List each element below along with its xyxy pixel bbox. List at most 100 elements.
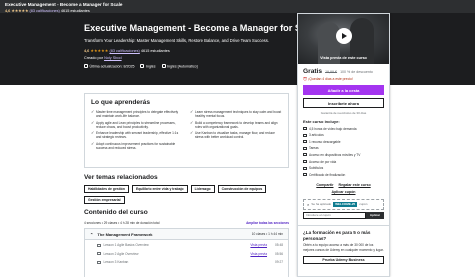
learn-list: ✓ Master time management principles to de… [91, 110, 282, 150]
course-hero: Executive Management - Become a Manager … [0, 13, 475, 85]
includes-item: Tareas [303, 146, 384, 150]
coupon-form: Introduce el cupón Aplicar [303, 211, 384, 219]
assignment-icon [303, 146, 307, 150]
includes-item: Acceso en dispositivos móviles y TV [303, 153, 384, 157]
curriculum: ⌃ The Management Framework 10 clases • 1… [84, 228, 289, 277]
coupon-suffix: cupón [359, 202, 368, 207]
includes-text: Certificado de finalización [309, 172, 346, 177]
udemy-business-button[interactable]: Prueba Udemy Business [303, 255, 384, 264]
topic-chip[interactable]: Equilibrio entre vida y trabajo [131, 185, 188, 193]
author-link[interactable]: Noly Sbod [104, 56, 122, 60]
play-icon[interactable] [336, 28, 352, 44]
learn-item: ✓ Enhance leadership with servant leaders… [91, 131, 183, 139]
share-gift-row: Compartir Regalar este curso [303, 183, 384, 187]
closed-captions-icon [303, 166, 307, 170]
topic-chip[interactable]: Liderazgo [190, 185, 215, 193]
lecture-row[interactable]: Lesson 2 Agile Overview Vista previa 05:… [85, 251, 288, 258]
enroll-button[interactable]: Inscríbete ahora [303, 98, 384, 108]
share-link[interactable]: Compartir [316, 183, 333, 187]
learn-item-text: Build a competency framework to develop … [195, 120, 278, 129]
includes-heading: Este curso incluye: [303, 119, 340, 124]
sticky-ratings-link[interactable]: (83 calificaciones) [29, 9, 59, 13]
includes-text: 4,5 horas de vídeo bajo demanda [309, 126, 357, 131]
coupon-apply-button[interactable]: Aplicar [366, 211, 384, 219]
lecture-duration: 05:56 [275, 251, 283, 256]
gift-link[interactable]: Regalar este curso [339, 183, 371, 187]
learn-item: ✓ Master time management principles to de… [91, 110, 183, 118]
lecture-title: Lesson 1 Agile Basics Overview [103, 243, 149, 248]
includes-item: 3 artículos [303, 133, 384, 137]
section-info: 10 clases • 1 h 44 min [251, 232, 283, 236]
infinity-icon [303, 160, 307, 164]
captions-text: Inglés [Automático] [167, 64, 198, 69]
learn-item-text: Adopt continuous improvement practices f… [96, 142, 176, 151]
video-icon [303, 127, 307, 131]
globe-icon [140, 64, 145, 68]
trophy-icon [303, 173, 307, 177]
content-summary: 4 secciones • 29 clases • 4 h 28 min de … [84, 221, 160, 225]
topic-chip[interactable]: Gestión empresarial [84, 196, 125, 204]
sticky-rating-value: 4,6 [5, 8, 11, 13]
expand-all-button[interactable]: Ampliar todas las secciones [246, 221, 289, 225]
learn-item: ✓ Adopt continuous improvement practices … [91, 142, 183, 150]
topic-chips: Habilidades de gestión Equilibrio entre … [84, 185, 289, 204]
preview-link[interactable]: Vista previa [250, 243, 267, 247]
includes-item: Acceso de por vida [303, 160, 384, 164]
apply-coupon-link[interactable]: Aplicar cupón [303, 190, 384, 194]
learn-item: ✓ Use Kanban to visualize tasks, manage f… [190, 131, 282, 139]
sticky-rating-row: 4,6 ★★★★★ (83 calificaciones) 4615 estud… [5, 8, 470, 13]
team-text: Obtén a tu equipo acceso a más de 30 000… [303, 243, 384, 252]
sticky-star-icons: ★★★★★ [11, 8, 29, 13]
coupon-prefix: Se ha aplicado [311, 202, 332, 207]
star-icons: ★★★★★ [90, 49, 109, 53]
learn-heading: Lo que aprenderás [91, 99, 150, 106]
sticky-students-count: 4615 estudiantes [60, 8, 90, 13]
preview-link[interactable]: Vista previa [250, 252, 267, 256]
includes-text: Acceso de por vida [309, 159, 337, 164]
language: Inglés [140, 64, 156, 69]
course-preview[interactable]: Vista previa de este curso [298, 14, 389, 64]
video-icon [97, 260, 101, 264]
last-update-text: Última actualización: 8/2025 [89, 64, 135, 69]
purchase-card: Vista previa de este curso Gratis 19,99 … [297, 13, 390, 277]
rating-row: 4,6 ★★★★★ (83 calificaciones) 4615 estud… [84, 48, 294, 53]
content-summary-row: 4 secciones • 29 clases • 4 h 28 min de … [84, 221, 289, 225]
includes-text: Subtítulos [309, 166, 324, 171]
created-by: Creado por Noly Sbod [84, 56, 294, 60]
price: Gratis [303, 68, 323, 75]
original-price: 19,99 € [325, 69, 338, 74]
price-timer-text: ¡Quedan 4 días a este precio! [308, 77, 353, 81]
coupon-input[interactable]: Introduce el cupón [303, 211, 366, 219]
add-to-cart-button[interactable]: Añadir a la cesta [303, 85, 384, 95]
price-row: Gratis 19,99 € 100 % de descuento [303, 68, 384, 75]
includes-text: 3 artículos [309, 133, 324, 138]
course-meta: Última actualización: 8/2025 Inglés Ingl… [84, 64, 294, 69]
section-header[interactable]: ⌃ The Management Framework 10 clases • 1… [85, 229, 288, 240]
discount-label: 100 % de descuento [340, 69, 373, 74]
topic-chip[interactable]: Habilidades de gestión [84, 185, 129, 193]
lecture-title: Lesson 3 Kanban [103, 260, 129, 265]
lecture-duration: 09:27 [275, 260, 283, 265]
topic-chip[interactable]: Construcción de equipos [217, 185, 267, 193]
last-update: Última actualización: 8/2025 [84, 64, 134, 69]
course-subtitle: Transform Your Leadership: Master Manage… [84, 38, 270, 43]
lecture-row[interactable]: Lesson 3 Kanban 09:27 [85, 259, 288, 266]
learn-item: ✓ Build a competency framework to develop… [190, 121, 282, 129]
lecture-row[interactable]: Lesson 1 Agile Basics Overview Vista pre… [85, 242, 288, 249]
learn-item-text: Apply agile and Lean principles to strea… [96, 120, 176, 129]
applied-coupon: × Se ha aplicado WELCOME-25 cupón [303, 198, 384, 210]
sticky-header: Executive Management - Become a Manager … [0, 0, 475, 13]
divider [298, 224, 389, 226]
includes-text: 1 recurso descargable [309, 139, 341, 144]
sticky-course-title: Executive Management - Become a Manager … [5, 2, 123, 7]
captions: Inglés [Automático] [161, 64, 198, 69]
ratings-link[interactable]: (83 calificaciones) [109, 49, 139, 53]
price-timer: ⏰ ¡Quedan 4 días a este precio! [303, 77, 353, 81]
video-icon [97, 252, 101, 256]
coupon-code: WELCOME-25 [333, 201, 358, 207]
remove-coupon-icon[interactable]: × [307, 202, 309, 207]
includes-item: Subtítulos [303, 166, 384, 170]
students-count: 4615 estudiantes [140, 49, 170, 53]
preview-caption: Vista previa de este curso [320, 56, 367, 60]
article-icon [303, 133, 307, 137]
